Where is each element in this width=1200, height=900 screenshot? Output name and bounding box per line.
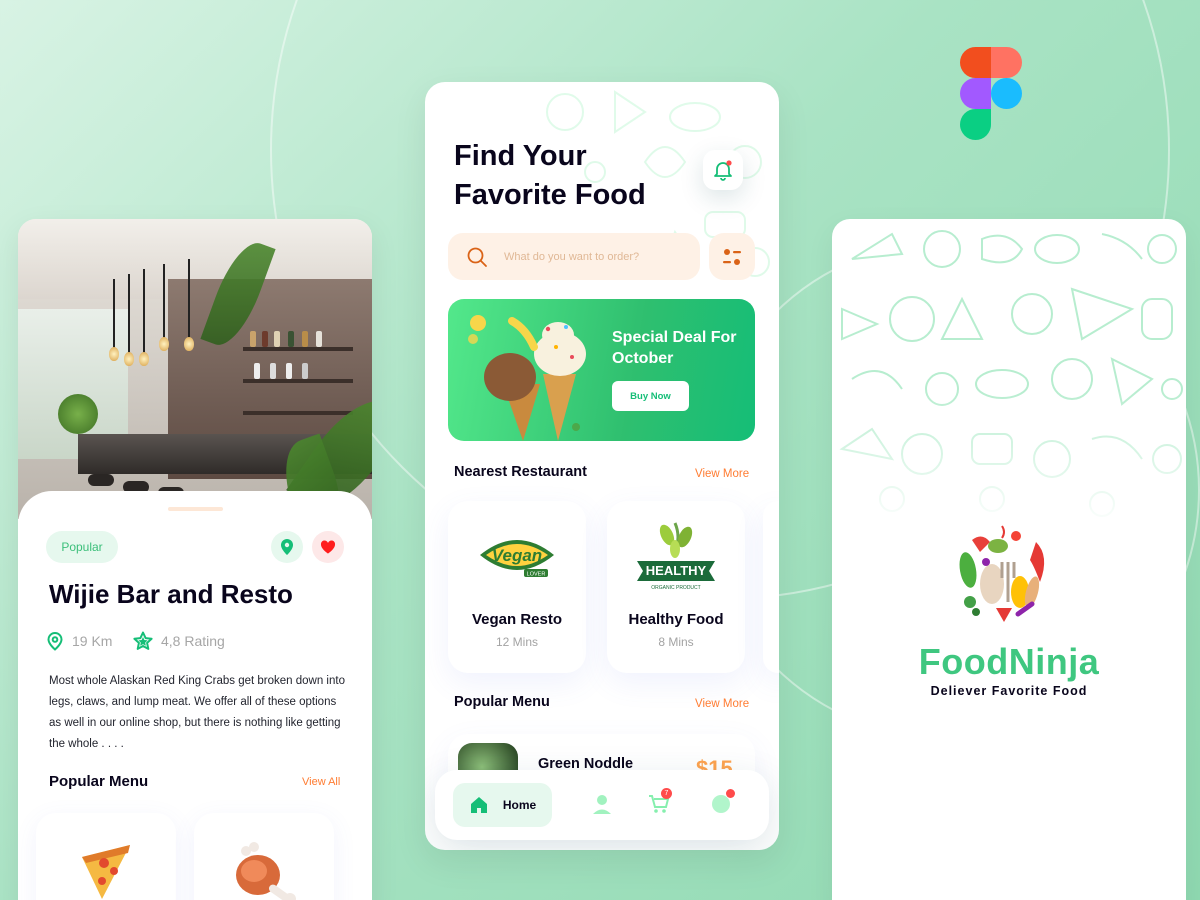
rating-text: 4,8 Rating [161, 633, 225, 649]
home-icon [470, 797, 487, 813]
nav-home-label: Home [502, 798, 537, 812]
restaurant-detail-screen: Popular Wijie Bar and Resto 19 Km 4,8 Ra… [18, 219, 372, 900]
food-card[interactable] [194, 813, 334, 900]
food-card[interactable] [36, 813, 176, 900]
restaurant-title: Wijie Bar and Resto [49, 579, 293, 609]
brand-name: FoodNinja [918, 641, 1100, 682]
restaurant-name: Vegan Resto [471, 611, 563, 628]
nearest-view-more-link[interactable]: View More [695, 468, 749, 480]
popular-badge: Popular [46, 531, 118, 563]
promo-title: Special Deal For October [612, 329, 737, 367]
restaurant-photo [18, 219, 372, 519]
nav-chat-tab[interactable] [710, 789, 738, 818]
cart-badge: 7 [661, 788, 672, 799]
heart-icon [320, 540, 336, 554]
location-button[interactable] [271, 531, 303, 563]
sheet-handle[interactable] [168, 507, 223, 511]
popular-view-more-link[interactable]: View More [695, 698, 749, 710]
healthy-food-logo: HEALTHY ORGANIC PRODUCT [637, 522, 715, 591]
star-icon [133, 631, 153, 650]
buy-now-button[interactable]: Buy Now [612, 381, 689, 411]
rating-info: 4,8 Rating [133, 631, 225, 651]
profile-icon[interactable] [590, 792, 614, 816]
filter-button[interactable] [709, 233, 755, 280]
view-all-link[interactable]: View All [302, 776, 340, 788]
filter-icon [723, 248, 741, 265]
healthy-logo-subtext: ORGANIC PRODUCT [651, 585, 700, 591]
brand-tagline: Deliever Favorite Food [930, 684, 1088, 698]
healthy-logo-text: HEALTHY [646, 563, 707, 578]
bottom-navigation: Home 7 [435, 770, 769, 840]
distance-text: 19 Km [72, 633, 113, 649]
figma-logo [960, 47, 1022, 141]
splash-screen: FoodNinja Deliever Favorite Food [832, 219, 1186, 900]
popular-menu-heading: Popular Menu [454, 694, 550, 710]
foodninja-logo-icon [959, 525, 1045, 622]
distance-info: 19 Km [46, 631, 112, 651]
restaurant-time: 12 Mins [495, 635, 539, 649]
popular-menu-heading: Popular Menu [49, 773, 149, 790]
ice-cream-illustration [468, 315, 586, 441]
restaurant-card-peek[interactable] [763, 501, 779, 673]
title-line: Find Your [454, 140, 587, 172]
restaurant-description: Most whole Alaskan Red King Crabs get br… [49, 675, 345, 750]
pattern-fade [832, 389, 1186, 529]
pizza-icon [82, 845, 130, 899]
vegan-logo-text: Vegan [492, 546, 542, 565]
vegan-logo-subtext: LOVER [527, 572, 546, 578]
nearest-restaurant-heading: Nearest Restaurant [454, 464, 587, 480]
restaurant-time: 8 Mins [658, 635, 694, 649]
favorite-button[interactable] [312, 531, 344, 563]
location-icon [47, 631, 63, 651]
restaurant-card[interactable]: HEALTHY ORGANIC PRODUCT Healthy Food 8 M… [607, 501, 745, 673]
detail-sheet: Popular Wijie Bar and Resto 19 Km 4,8 Ra… [18, 491, 372, 900]
title-line: Favorite Food [454, 179, 646, 211]
map-pin-icon [281, 539, 293, 555]
search-bar[interactable] [448, 233, 700, 280]
notification-button[interactable] [703, 150, 743, 190]
search-input[interactable] [504, 250, 674, 263]
restaurant-card[interactable]: Vegan LOVER Vegan Resto 12 Mins [448, 501, 586, 673]
nav-home-tab[interactable]: Home [453, 783, 552, 827]
vegan-lover-logo: Vegan LOVER [480, 540, 554, 578]
page-title: Find Your Favorite Food [454, 137, 694, 215]
home-screen: Find Your Favorite Food What do you want… [425, 82, 779, 850]
promo-banner[interactable]: Special Deal For October Buy Now [448, 299, 755, 441]
bell-icon [714, 160, 732, 181]
search-icon [467, 247, 487, 267]
meat-icon [236, 842, 296, 900]
nav-cart-tab[interactable]: 7 [647, 788, 675, 818]
chat-notification-dot [726, 789, 735, 798]
restaurant-name: Healthy Food [628, 611, 724, 628]
